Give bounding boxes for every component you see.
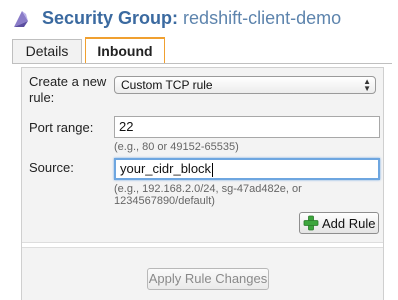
- rule-type-label: Create a new rule:: [29, 74, 107, 105]
- page-title: Security Group: redshift-client-demo: [42, 7, 341, 29]
- crystal-icon: [10, 9, 32, 29]
- rule-type-value: Custom TCP rule: [121, 78, 213, 92]
- source-input[interactable]: your_cidr_block: [114, 158, 380, 180]
- tab-details[interactable]: Details: [12, 39, 82, 63]
- source-label: Source:: [29, 160, 74, 175]
- green-plus-icon: [303, 215, 319, 231]
- title-label: Security Group:: [42, 8, 179, 28]
- tab-bar: Details Inbound: [12, 37, 392, 64]
- text-caret: [212, 162, 214, 177]
- source-value: your_cidr_block: [120, 161, 212, 176]
- port-range-hint: (e.g., 80 or 49152-65535): [114, 141, 239, 153]
- add-rule-button[interactable]: Add Rule: [299, 212, 379, 234]
- page-header: Security Group: redshift-client-demo: [10, 7, 390, 31]
- port-range-label: Port range:: [29, 120, 94, 135]
- security-group-name: redshift-client-demo: [183, 8, 342, 28]
- tab-inbound[interactable]: Inbound: [85, 37, 165, 64]
- divider: [22, 242, 383, 248]
- port-range-input[interactable]: 22: [114, 116, 380, 138]
- port-range-value: 22: [119, 119, 134, 134]
- tab-panel: Create a new rule: Custom TCP rule ▲ ▼ Po…: [12, 63, 392, 300]
- source-hint: (e.g., 192.168.2.0/24, sg-47ad482e, or 1…: [114, 183, 302, 207]
- apply-rule-changes-button[interactable]: Apply Rule Changes: [147, 268, 269, 290]
- select-arrows-icon: ▲ ▼: [363, 77, 371, 93]
- add-rule-label: Add Rule: [322, 216, 376, 231]
- rule-type-select[interactable]: Custom TCP rule ▲ ▼: [114, 76, 376, 94]
- inbound-rule-form: Create a new rule: Custom TCP rule ▲ ▼ Po…: [21, 67, 384, 300]
